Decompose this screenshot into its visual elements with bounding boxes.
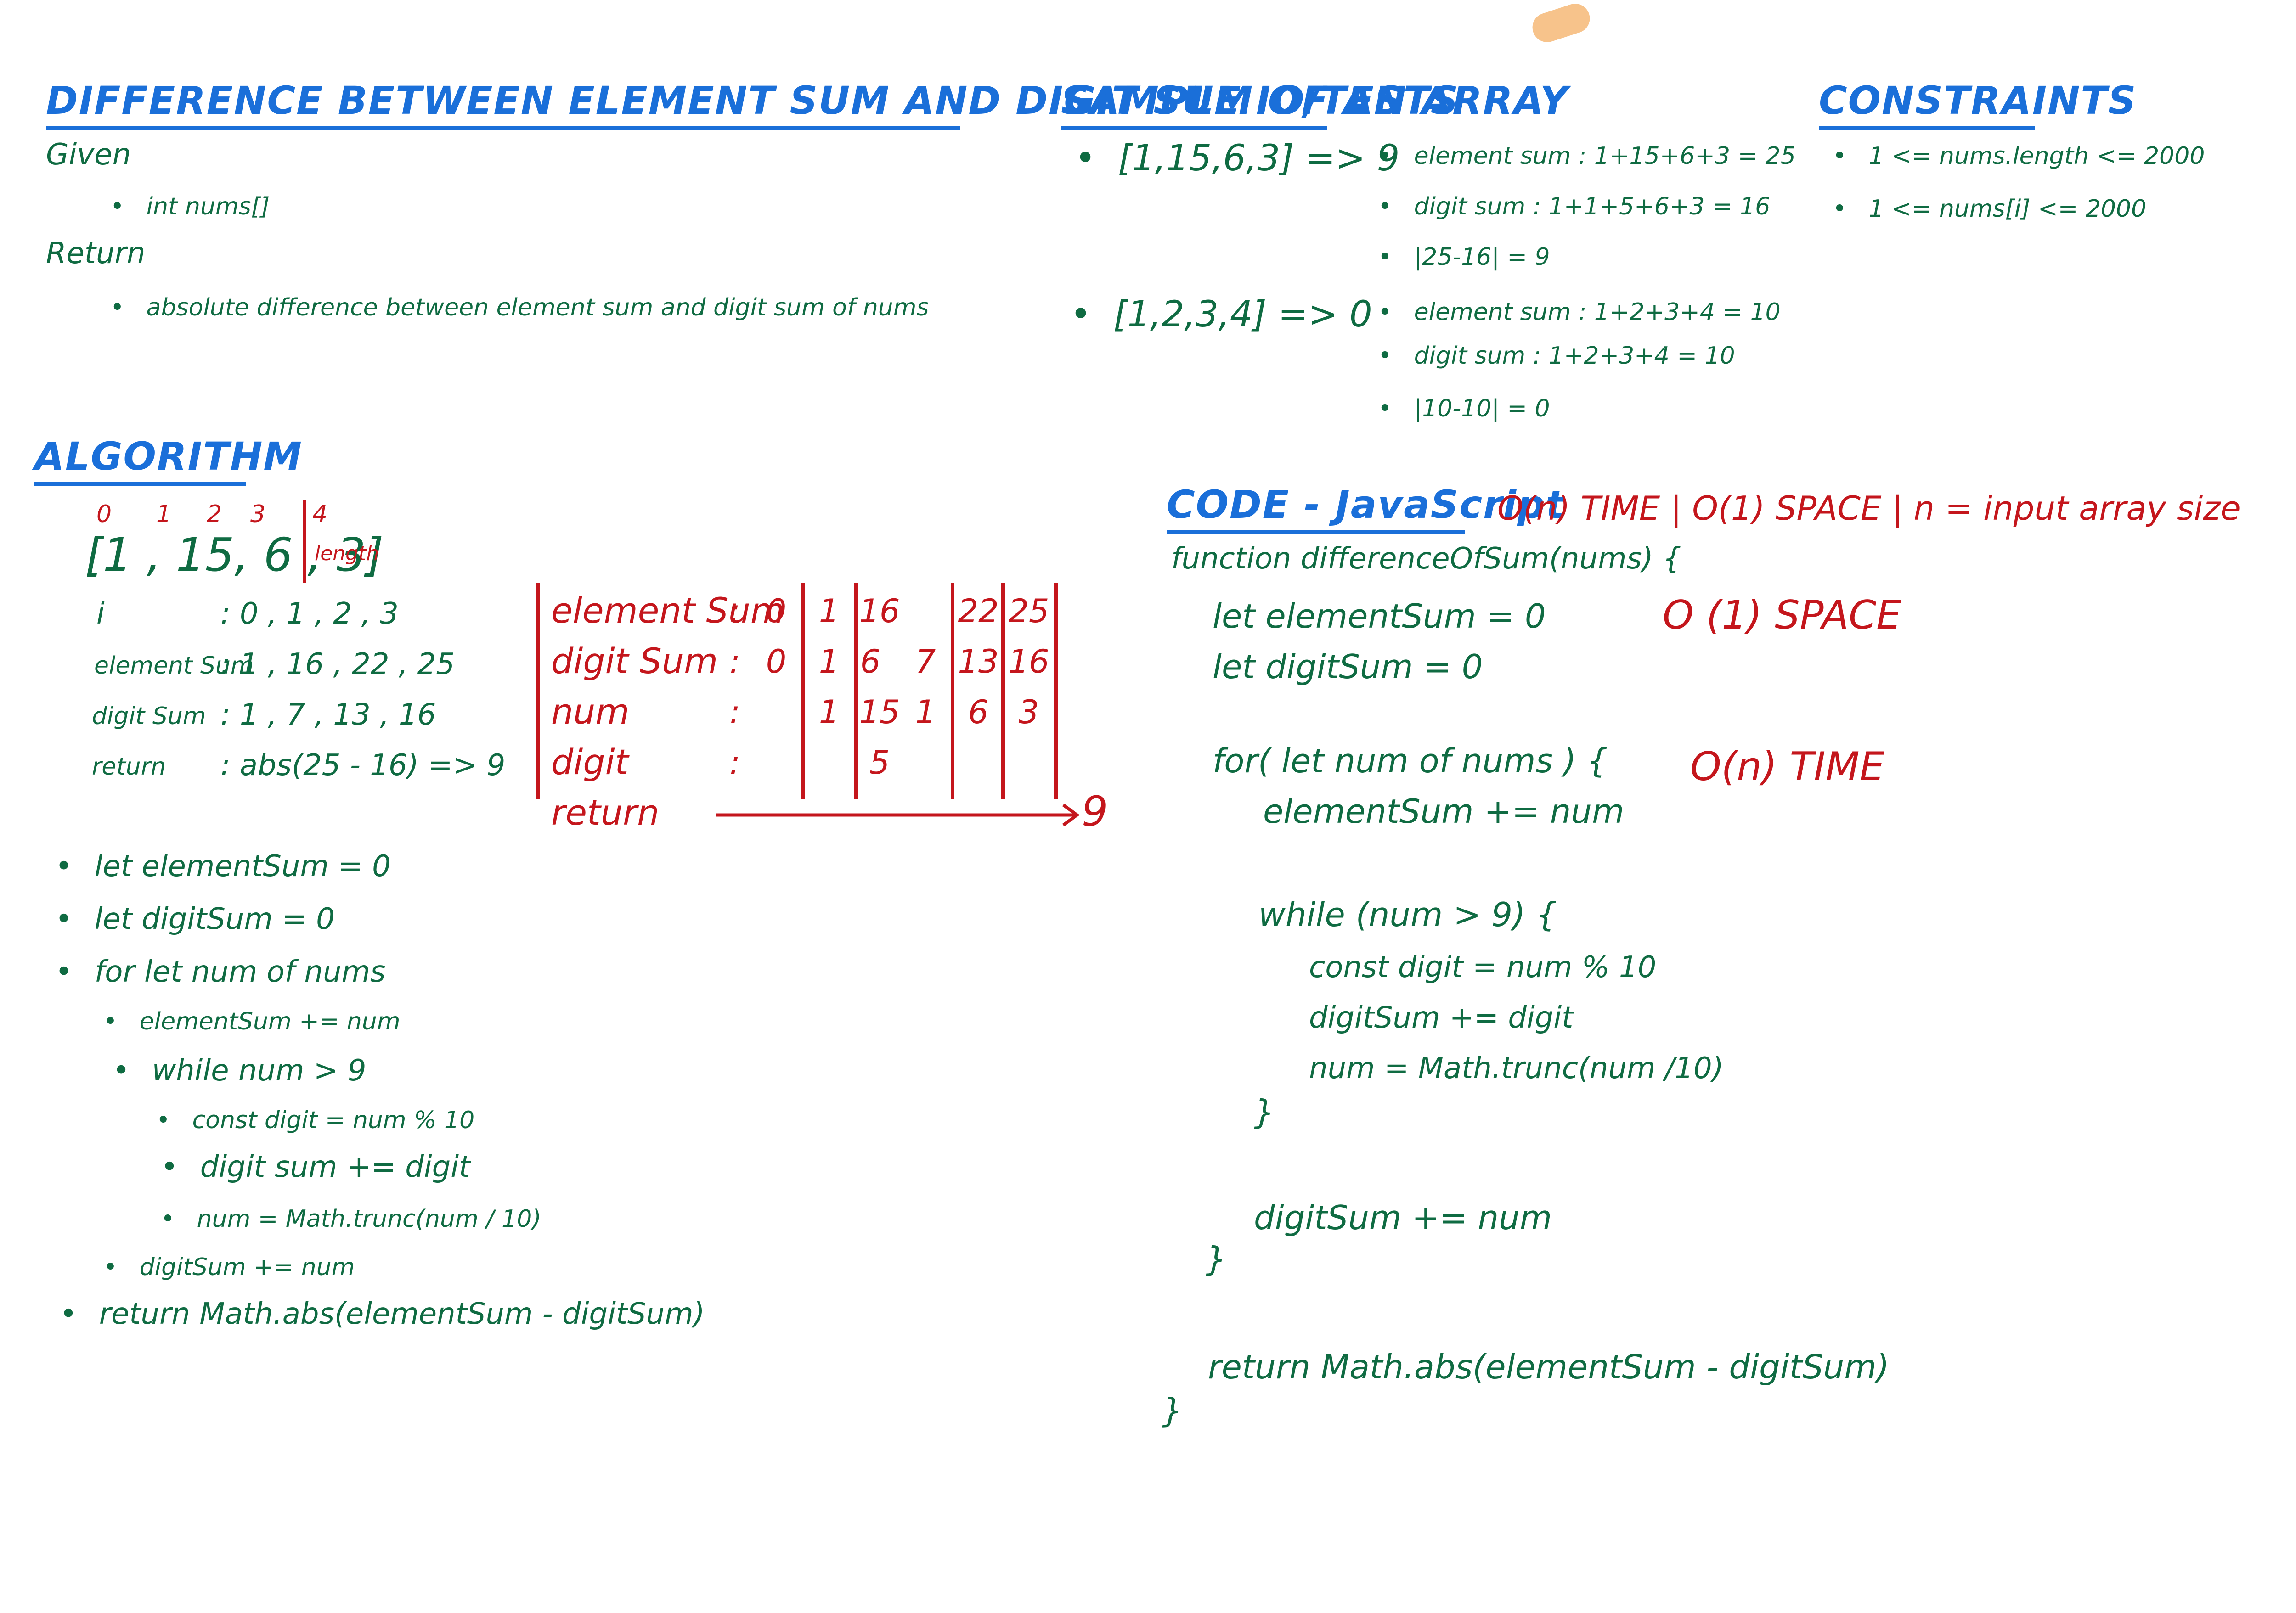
table-cell: 22: [958, 592, 999, 630]
index-label: 2: [207, 500, 222, 528]
return-label: Return: [46, 236, 146, 270]
code-line: elementSum += num: [1263, 792, 1625, 831]
table-cell: 1: [818, 693, 840, 731]
table-cell: 0: [766, 643, 787, 680]
code-line: while (num > 9) {: [1258, 895, 1557, 934]
code-line: for( let num of nums ) {: [1213, 742, 1608, 780]
sample-test-2-step: |10-10| = 0: [1378, 395, 1550, 422]
trace-return-values: : abs(25 - 16) => 9: [220, 748, 506, 782]
trace-return-label: return: [92, 753, 166, 781]
table-cell: 15: [859, 693, 900, 731]
table-cell: 1: [915, 693, 936, 731]
code-line: digitSum += digit: [1309, 1001, 1574, 1035]
algo-step: let elementSum = 0: [55, 849, 391, 883]
table-cell: 1: [818, 592, 840, 630]
table-cell: 5: [869, 744, 890, 781]
constraint-item: 1 <= nums[i] <= 2000: [1833, 195, 2147, 223]
sample-test-2: [1,2,3,4] => 0: [1070, 294, 1372, 335]
algo-step: digit sum += digit: [161, 1150, 470, 1184]
sample-test-1-step: |25-16| = 9: [1378, 243, 1550, 271]
index-label: 3: [250, 500, 266, 528]
time-note: O(n) TIME: [1690, 744, 1885, 790]
table-cell: 3: [1018, 693, 1039, 731]
code-line: }: [1162, 1391, 1183, 1430]
table-row-label: num: [551, 691, 630, 732]
trace-i-label: i: [96, 597, 105, 631]
algorithm-heading: ALGORITHM: [34, 434, 302, 486]
index-label: 0: [96, 500, 112, 528]
code-line: }: [1254, 1093, 1275, 1131]
code-line: let digitSum = 0: [1213, 647, 1483, 686]
return-arrow: [716, 804, 1080, 826]
code-heading: CODE - JavaScript: [1167, 482, 1564, 534]
space-note: O (1) SPACE: [1663, 592, 1901, 638]
given-label: Given: [46, 138, 131, 172]
given-item: int nums[]: [110, 193, 270, 220]
table-cell: 7: [915, 643, 936, 680]
trace-element-values: : 1 , 16 , 22 , 25: [220, 647, 455, 681]
table-row-label: digit Sum: [551, 641, 718, 681]
table-cell: 25: [1008, 592, 1049, 630]
trace-digit-values: : 1 , 7 , 13 , 16: [220, 698, 436, 732]
code-line: let elementSum = 0: [1213, 597, 1546, 635]
table-row-label: element Sum: [551, 590, 784, 631]
table-cell: 6: [860, 643, 881, 680]
algo-step: return Math.abs(elementSum - digitSum): [60, 1297, 705, 1331]
index-label: 1: [156, 500, 172, 528]
code-line: return Math.abs(elementSum - digitSum): [1208, 1348, 1890, 1386]
table-cell: 13: [958, 643, 999, 680]
algo-step: digitSum += num: [103, 1253, 355, 1281]
table-cell: 16: [1008, 643, 1049, 680]
return-value: 9: [1082, 787, 1108, 836]
sample-test-2-step: digit sum : 1+2+3+4 = 10: [1378, 342, 1735, 370]
algo-step: let digitSum = 0: [55, 902, 335, 936]
sample-heading: SAMPLE IO/TESTS: [1061, 78, 1458, 130]
algo-step: for let num of nums: [55, 955, 386, 989]
return-item: absolute difference between element sum …: [110, 294, 929, 321]
table-cell: 6: [968, 693, 989, 731]
code-line: num = Math.trunc(num /10): [1309, 1051, 1724, 1085]
sample-test-2-step: element sum : 1+2+3+4 = 10: [1378, 298, 1781, 326]
sample-test-1-step: digit sum : 1+1+5+6+3 = 16: [1378, 193, 1771, 220]
code-line: function differenceOfSum(nums) {: [1171, 542, 1681, 576]
highlighter-blob: [1529, 0, 1594, 46]
algo-step: while num > 9: [113, 1054, 367, 1088]
table-row-label: return: [551, 792, 660, 833]
code-line: }: [1206, 1240, 1227, 1278]
page-title: DIFFERENCE BETWEEN ELEMENT SUM AND DIGIT…: [46, 78, 1568, 130]
code-line: digitSum += num: [1254, 1198, 1552, 1237]
code-line: const digit = num % 10: [1309, 950, 1657, 984]
table-cell: 0: [766, 592, 787, 630]
table-row-label: digit: [551, 742, 629, 782]
trace-i-values: : 0 , 1 , 2 , 3: [220, 597, 399, 631]
table-column-divider: [1054, 583, 1058, 799]
length-label: length: [315, 542, 379, 565]
sample-test-1-step: element sum : 1+15+6+3 = 25: [1378, 142, 1796, 170]
index-label: 4: [312, 500, 328, 528]
algo-step: const digit = num % 10: [156, 1107, 475, 1134]
algo-step: elementSum += num: [103, 1008, 401, 1035]
constraint-item: 1 <= nums.length <= 2000: [1833, 142, 2205, 170]
complexity-note: O(n) TIME | O(1) SPACE | n = input array…: [1497, 489, 2241, 528]
table-left-border: [536, 583, 540, 799]
algo-step: num = Math.trunc(num / 10): [161, 1205, 542, 1233]
sample-test-1: [1,15,6,3] => 9: [1075, 138, 1399, 179]
table-cell: 16: [859, 592, 900, 630]
trace-digit-label: digit Sum: [92, 703, 206, 730]
constraints-heading: CONSTRAINTS: [1819, 78, 2136, 130]
